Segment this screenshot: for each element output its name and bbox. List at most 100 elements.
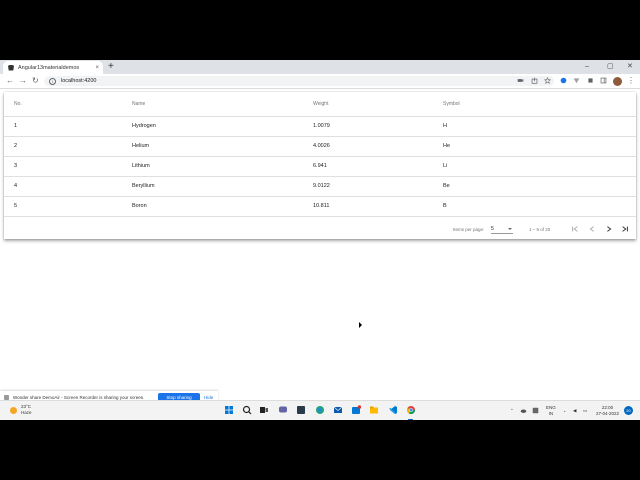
cell-weight: 9.0122 <box>313 183 330 189</box>
cell-symbol: H <box>443 123 447 129</box>
dropdown-arrow-icon <box>508 228 512 230</box>
cell-symbol: Be <box>443 183 450 189</box>
chevron-right-icon <box>607 226 612 232</box>
forward-icon[interactable]: → <box>19 74 27 88</box>
address-bar[interactable]: i localhost:4200 <box>44 76 554 86</box>
table-row: 3 Lithium 6.941 Li <box>4 156 636 177</box>
back-icon[interactable]: ← <box>6 74 14 88</box>
page-size-value: 5 <box>491 226 494 232</box>
notification-badge[interactable]: 20 <box>624 406 633 415</box>
url-text: localhost:4200 <box>61 78 97 84</box>
angular-icon <box>8 64 14 71</box>
cell-weight: 1.0079 <box>313 123 330 129</box>
first-page-icon <box>572 226 578 232</box>
browser-toolbar: ← → ↻ i localhost:4200 ⋮ <box>0 74 640 89</box>
menu-kebab-icon[interactable]: ⋮ <box>627 74 635 88</box>
page-content: No. Name Weight Symbol 1 Hydrogen 1.0079… <box>0 89 640 420</box>
table-row: 1 Hydrogen 1.0079 H <box>4 116 636 137</box>
browser-tabstrip: Angular13materialdemos × + – ▢ ✕ <box>0 60 640 74</box>
clock[interactable]: 22:00 27-04-2022 <box>596 401 619 420</box>
site-info-icon[interactable]: i <box>49 77 56 85</box>
tab-close-icon[interactable]: × <box>95 65 99 71</box>
extension-v-icon[interactable] <box>573 77 580 84</box>
new-tab-button[interactable]: + <box>108 60 114 74</box>
cell-no: 2 <box>14 143 18 149</box>
cell-weight: 10.811 <box>313 203 330 209</box>
table-row: 4 Beryllium 9.0122 Be <box>4 176 636 197</box>
extensions-puzzle-icon[interactable] <box>587 77 594 84</box>
table-row: 5 Boron 10.811 B <box>4 196 636 217</box>
cell-no: 4 <box>14 183 18 189</box>
vscode-icon[interactable] <box>388 405 398 415</box>
search-icon[interactable] <box>242 405 252 415</box>
cell-no: 3 <box>14 163 18 169</box>
paginator: Items per page: 5 1 – 5 of 20 <box>4 220 636 239</box>
cloud-icon[interactable] <box>520 407 527 414</box>
cell-name: Hydrogen <box>132 123 156 129</box>
edge-icon[interactable] <box>315 405 325 415</box>
window-close-button[interactable]: ✕ <box>627 60 633 74</box>
region-code: IN <box>548 411 554 416</box>
volume-icon[interactable]: ◀ <box>573 401 576 420</box>
profile-avatar[interactable] <box>613 76 622 86</box>
windows-start-icon[interactable] <box>224 405 234 415</box>
camera-icon[interactable] <box>517 77 524 84</box>
chat-icon[interactable] <box>278 405 288 415</box>
cell-no: 5 <box>14 203 18 209</box>
cell-symbol: He <box>443 143 451 149</box>
bookmark-star-icon[interactable] <box>544 77 551 84</box>
cell-no: 1 <box>14 123 18 129</box>
file-explorer-icon[interactable] <box>369 405 379 415</box>
side-panel-icon[interactable] <box>600 77 607 84</box>
cell-symbol: B <box>443 203 447 209</box>
table-card: No. Name Weight Symbol 1 Hydrogen 1.0079… <box>4 92 636 239</box>
chevron-left-icon <box>589 226 594 232</box>
battery-icon[interactable]: ▭ <box>583 401 587 420</box>
share-icon[interactable] <box>531 77 538 84</box>
header-no: No. <box>14 101 22 107</box>
maximize-button[interactable]: ▢ <box>607 60 614 74</box>
browser-tab[interactable]: Angular13materialdemos × <box>3 61 103 74</box>
cell-name: Lithium <box>132 163 150 169</box>
weather-desc: Haze <box>21 410 32 415</box>
screen: Angular13materialdemos × + – ▢ ✕ ← → ↻ i… <box>0 60 640 420</box>
taskbar: 23°C Haze ⌃ ENG IN ◔ ◀ ▭ 22:00 27-04-202… <box>0 400 640 420</box>
weather-widget[interactable]: 23°C Haze <box>10 404 32 416</box>
header-name: Name <box>132 101 146 107</box>
cell-name: Helium <box>132 143 150 149</box>
cell-weight: 4.0026 <box>313 143 330 149</box>
wifi-icon[interactable]: ◔ <box>563 401 566 420</box>
tray-overflow-icon[interactable]: ⌃ <box>510 401 514 420</box>
table-header-row: No. Name Weight Symbol <box>4 92 636 117</box>
weather-sun-icon <box>10 406 17 414</box>
items-per-page-label: Items per page: <box>453 227 485 232</box>
previous-page-button[interactable] <box>586 223 598 235</box>
clock-date: 27-04-2022 <box>596 411 620 416</box>
next-page-button[interactable] <box>603 223 615 235</box>
header-weight: Weight <box>313 101 329 107</box>
minimize-button[interactable]: – <box>585 60 589 74</box>
cell-weight: 6.941 <box>313 163 327 169</box>
task-view-icon[interactable] <box>259 405 269 415</box>
table-row: 2 Helium 4.0026 He <box>4 136 636 157</box>
tab-title: Angular13materialdemos <box>18 64 80 71</box>
cell-name: Beryllium <box>132 183 155 189</box>
last-page-button[interactable] <box>619 223 631 235</box>
app-dark-icon[interactable] <box>296 405 306 415</box>
range-label: 1 – 5 of 20 <box>529 227 551 232</box>
language-indicator[interactable]: ENG IN <box>546 401 556 420</box>
active-app-indicator <box>408 419 413 420</box>
tray-app-icon[interactable] <box>532 407 539 414</box>
first-page-button[interactable] <box>569 223 581 235</box>
cell-name: Boron <box>132 203 147 209</box>
reload-icon[interactable]: ↻ <box>32 74 39 88</box>
page-size-select[interactable]: 5 <box>491 225 513 234</box>
store-icon[interactable] <box>351 405 361 415</box>
extension-blue-icon[interactable] <box>560 77 567 84</box>
chrome-icon[interactable] <box>406 405 416 415</box>
mouse-cursor <box>359 322 362 328</box>
header-symbol: Symbol <box>443 101 460 107</box>
cell-symbol: Li <box>443 163 448 169</box>
last-page-icon <box>622 226 628 232</box>
mail-icon[interactable] <box>333 405 343 415</box>
